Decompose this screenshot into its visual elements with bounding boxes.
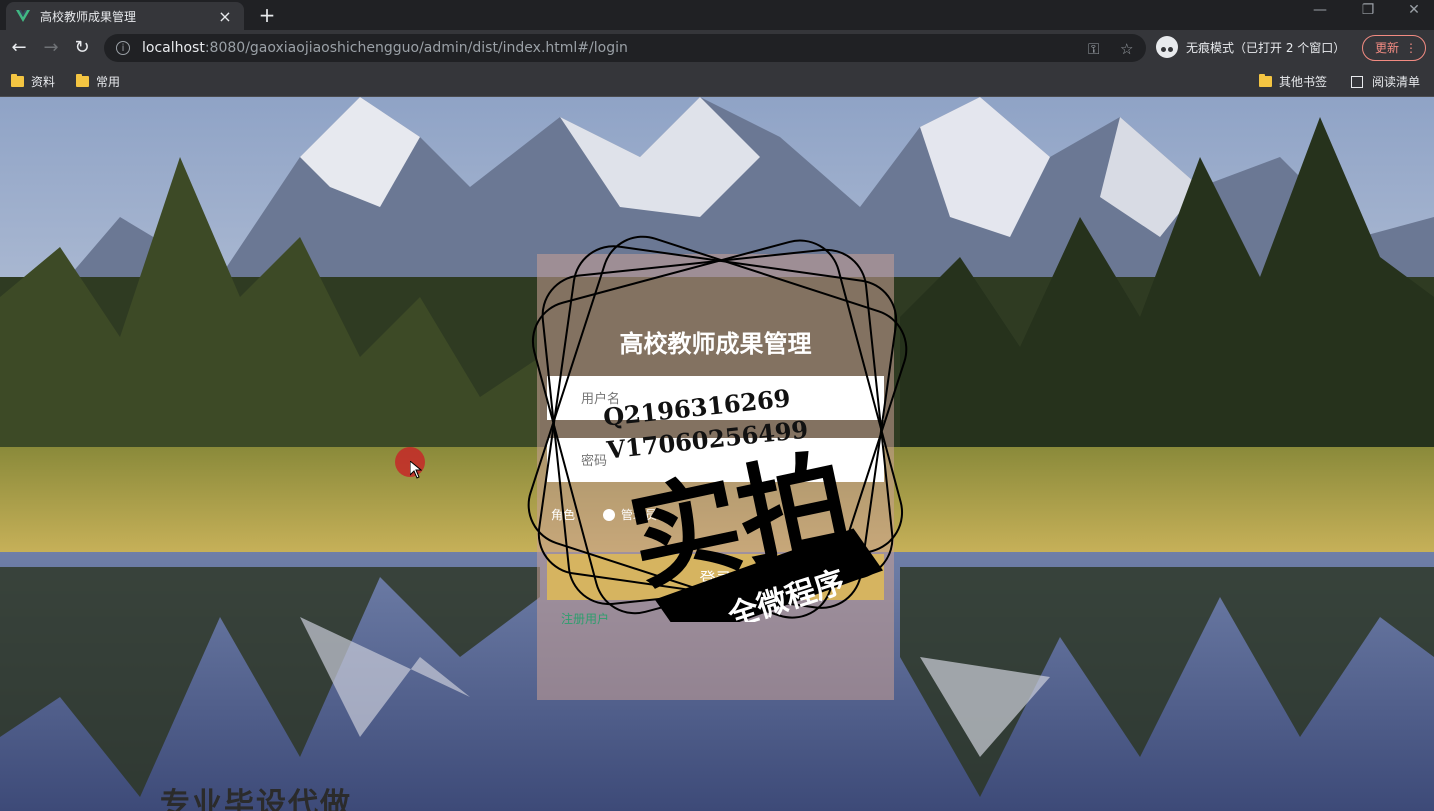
browser-tab[interactable]: 高校教师成果管理 × bbox=[6, 2, 244, 30]
folder-icon bbox=[1259, 74, 1272, 87]
bookmark-reading-list[interactable]: 阅读清单 bbox=[1351, 73, 1420, 90]
mouse-cursor-icon bbox=[410, 461, 422, 479]
forward-icon[interactable]: → bbox=[40, 37, 62, 59]
menu-dots-icon: ⋮ bbox=[1405, 41, 1417, 55]
bookmark-label: 资料 bbox=[31, 75, 56, 89]
page-viewport: 高校教师成果管理 角色 管理员 登录 注册用户 专业毕设代做 Q21963162… bbox=[0, 97, 1434, 811]
key-icon[interactable]: ⚿ bbox=[1088, 40, 1099, 58]
back-icon[interactable]: ← bbox=[8, 37, 30, 59]
url-path: :8080/gaoxiaojiaoshichengguo/admin/dist/… bbox=[204, 40, 628, 56]
bookmark-label: 常用 bbox=[96, 75, 121, 89]
promo-banner-text: 专业毕设代做 bbox=[160, 787, 352, 811]
restore-icon[interactable]: ❐ bbox=[1348, 2, 1388, 18]
folder-icon bbox=[76, 74, 89, 87]
address-bar[interactable]: i localhost :8080/gaoxiaojiaoshichengguo… bbox=[104, 34, 1146, 62]
bookmark-changyong[interactable]: 常用 bbox=[76, 73, 120, 90]
bookmark-label: 阅读清单 bbox=[1372, 75, 1421, 89]
reload-icon[interactable]: ↻ bbox=[71, 37, 93, 59]
update-button[interactable]: 更新 ⋮ bbox=[1362, 35, 1426, 61]
bookmark-other[interactable]: 其他书签 bbox=[1259, 73, 1327, 90]
minimize-icon[interactable]: — bbox=[1300, 2, 1340, 18]
bookmark-ziliao[interactable]: 资料 bbox=[11, 73, 55, 90]
stamp-watermark: Q2196316269 V17060256499 实拍 全微程序 ★ ★ bbox=[527, 235, 908, 622]
incognito-icon bbox=[1156, 36, 1178, 58]
update-label: 更新 bbox=[1375, 41, 1400, 55]
reading-list-icon bbox=[1351, 75, 1363, 88]
bookmarks-bar: 资料 常用 其他书签 阅读清单 bbox=[0, 66, 1434, 97]
tab-title: 高校教师成果管理 bbox=[40, 9, 137, 24]
site-info-icon[interactable]: i bbox=[116, 41, 130, 55]
folder-icon bbox=[11, 74, 24, 87]
url-host: localhost bbox=[142, 40, 205, 56]
incognito-text: 无痕模式（已打开 2 个窗口） bbox=[1186, 40, 1346, 55]
vue-logo-icon bbox=[16, 10, 30, 22]
star-icon[interactable]: ☆ bbox=[1120, 40, 1133, 58]
close-window-icon[interactable]: ✕ bbox=[1394, 2, 1434, 18]
star-icon: ★ bbox=[848, 544, 874, 576]
new-tab-button[interactable]: + bbox=[256, 3, 278, 27]
star-icon: ★ bbox=[635, 621, 661, 622]
incognito-indicator[interactable]: 无痕模式（已打开 2 个窗口） bbox=[1156, 36, 1345, 58]
close-tab-icon[interactable]: × bbox=[216, 7, 234, 26]
browser-toolbar: ← → ↻ i localhost :8080/gaoxiaojiaoshich… bbox=[0, 30, 1434, 66]
tab-bar: 高校教师成果管理 × + — ❐ ✕ bbox=[0, 0, 1434, 30]
bookmark-label: 其他书签 bbox=[1279, 75, 1328, 89]
